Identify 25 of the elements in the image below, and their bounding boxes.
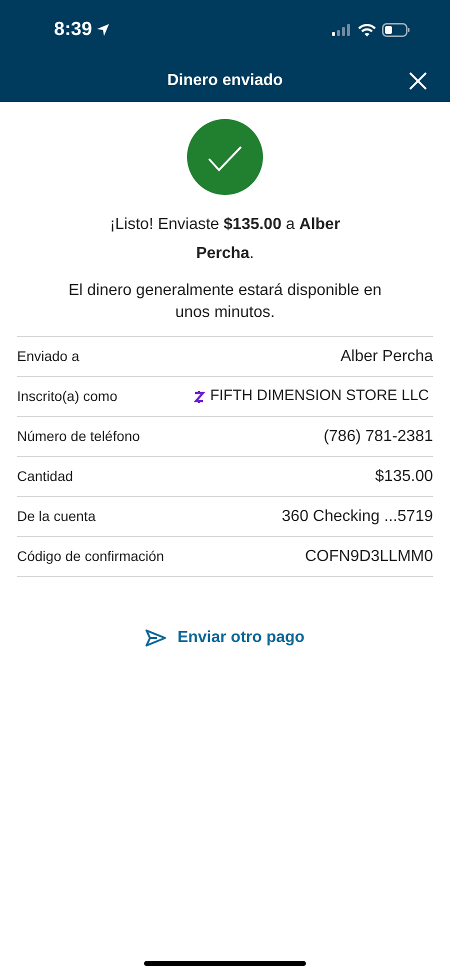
detail-label: Número de teléfono [17,427,140,446]
detail-value: (786) 781-2381 [324,426,433,446]
z-logo-icon [194,390,206,404]
screen-title: Dinero enviado [167,71,283,91]
detail-label: De la cuenta [17,507,96,526]
battery-icon [382,23,410,37]
send-another-payment-link[interactable]: Enviar otro pago [145,626,305,650]
signal-icon [332,24,352,36]
wifi-icon [358,24,376,36]
location-arrow-icon [96,23,110,37]
confirmation-message: ¡Listo! Enviaste $135.00 a Alber Percha. [108,215,342,264]
close-icon [408,71,428,91]
success-check-icon [187,119,263,195]
detail-value: FIFTH DIMENSION STORE LLC [210,386,429,406]
detail-value: Alber Percha [340,346,433,366]
clock-time: 8:39 [54,18,92,42]
detail-label: Cantidad [17,467,74,486]
detail-label: Enviado a [17,347,80,366]
detail-label: Inscrito(a) como [17,387,118,406]
detail-label: Código de confirmación [17,547,164,566]
detail-value: COFN9D3LLMM0 [304,546,433,566]
detail-value: $135.00 [375,466,433,486]
availability-note: El dinero generalmente estará disponible en unos minutos. [67,281,383,323]
send-icon [145,629,168,647]
detail-value: 360 Checking ...5719 [282,506,433,526]
